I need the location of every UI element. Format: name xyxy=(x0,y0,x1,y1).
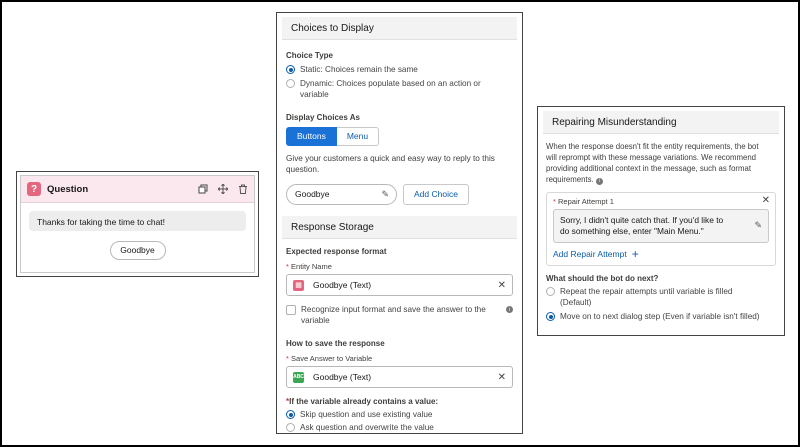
ask-option-label: Ask question and overwrite the value xyxy=(300,423,434,432)
static-option[interactable]: Static: Choices remain the same xyxy=(286,64,522,75)
add-choice-button[interactable]: Add Choice xyxy=(403,184,469,205)
helper-line2: question. xyxy=(286,165,320,174)
dynamic-option-label: Dynamic: Choices populate based on an ac… xyxy=(300,78,481,100)
info-icon[interactable]: i xyxy=(506,306,513,313)
clear-entity-icon[interactable]: ✕ xyxy=(498,280,506,291)
repair-section-header: Repairing Misunderstanding xyxy=(543,111,779,134)
choices-section-header: Choices to Display xyxy=(282,17,517,40)
expected-format-label: Expected response format xyxy=(286,247,387,256)
recognize-format-option[interactable]: Recognize input format and save the answ… xyxy=(286,304,513,326)
dynamic-option[interactable]: Dynamic: Choices populate based on an ac… xyxy=(286,78,522,100)
repeat-option-label: Repeat the repair attempts until variabl… xyxy=(560,286,732,308)
copy-icon[interactable] xyxy=(198,184,208,194)
recognize-checkbox[interactable] xyxy=(286,305,296,315)
save-answer-label: * Save Answer to Variable xyxy=(286,354,373,363)
repair-desc-line1: When the response doesn't fit the entity… xyxy=(546,142,759,151)
entity-name-field[interactable]: ▦ Goodbye (Text) ✕ xyxy=(286,274,513,296)
save-answer-label-text: Save Answer to Variable xyxy=(291,354,373,363)
static-radio[interactable] xyxy=(286,65,295,74)
question-message: Thanks for taking the time to chat! xyxy=(29,211,246,231)
entity-icon: ▦ xyxy=(293,279,304,291)
choice-list: Goodbye ✎ Add Choice xyxy=(286,184,522,205)
attempt-text-line1: Sorry, I didn't quite catch that. If you… xyxy=(560,215,724,225)
trash-icon[interactable] xyxy=(238,184,248,194)
display-choices-toggle: Buttons Menu xyxy=(286,127,522,146)
recognize-line2: variable xyxy=(301,316,330,325)
question-card-header: ? Question xyxy=(21,176,254,203)
choice-pill[interactable]: Goodbye ✎ xyxy=(286,184,397,205)
question-icon: ? xyxy=(27,182,41,196)
dynamic-option-line2: variable xyxy=(300,90,329,99)
repair-attempt-label: * Repair Attempt 1 xyxy=(553,197,614,206)
question-toolbar xyxy=(198,184,248,194)
ask-radio[interactable] xyxy=(286,423,295,432)
entity-name-label-text: Entity Name xyxy=(291,262,332,271)
choices-panel: Choices to Display Choice Type Static: C… xyxy=(276,12,523,434)
add-repair-attempt-button[interactable]: Add Repair Attempt + xyxy=(553,247,769,261)
variable-value: Goodbye (Text) xyxy=(313,372,372,382)
choices-helper-text: Give your customers a quick and easy way… xyxy=(286,153,522,175)
attempt-text-line2: do something else, enter "Main Menu." xyxy=(560,226,704,236)
text-variable-icon: ABC xyxy=(293,371,304,383)
entity-name-label: * Entity Name xyxy=(286,262,332,271)
skip-option-label: Skip question and use existing value xyxy=(300,410,433,419)
move-on-radio[interactable] xyxy=(546,312,555,321)
skip-option[interactable]: Skip question and use existing value xyxy=(286,409,513,420)
buttons-toggle[interactable]: Buttons xyxy=(286,127,337,146)
add-repair-attempt-label: Add Repair Attempt xyxy=(553,249,627,259)
if-contains-label: *If the variable already contains a valu… xyxy=(286,397,439,406)
info-icon[interactable]: i xyxy=(595,178,603,185)
repair-desc-line2: will reprompt with these message variati… xyxy=(546,153,757,162)
question-title: Question xyxy=(47,183,89,195)
recognize-label: Recognize input format and save the answ… xyxy=(301,304,506,326)
repair-desc-line3: providing additional context in the mess… xyxy=(546,164,751,173)
save-variable-field[interactable]: ABC Goodbye (Text) ✕ xyxy=(286,366,513,388)
repair-desc-line4: requirements. i xyxy=(546,174,776,185)
repair-panel: Repairing Misunderstanding When the resp… xyxy=(537,106,785,336)
remove-attempt-icon[interactable]: ✕ xyxy=(762,195,770,206)
move-icon[interactable] xyxy=(218,184,228,194)
edit-pencil-icon[interactable]: ✎ xyxy=(754,220,762,231)
goodbye-choice-button[interactable]: Goodbye xyxy=(109,241,166,260)
plus-icon: + xyxy=(631,247,639,261)
repair-attempt-label-text: Repair Attempt 1 xyxy=(558,197,614,206)
question-card-inner: ? Question Thanks for taking the time to… xyxy=(20,175,255,273)
repeat-option[interactable]: Repeat the repair attempts until variabl… xyxy=(546,286,776,308)
repair-description: When the response doesn't fit the entity… xyxy=(546,141,776,185)
repeat-radio[interactable] xyxy=(546,287,555,296)
edit-pencil-icon[interactable]: ✎ xyxy=(381,185,389,204)
choice-type-label: Choice Type xyxy=(286,51,333,60)
question-card: ? Question Thanks for taking the time to… xyxy=(16,171,259,277)
how-to-save-label: How to save the response xyxy=(286,339,385,348)
skip-radio[interactable] xyxy=(286,410,295,419)
ask-option[interactable]: Ask question and overwrite the value xyxy=(286,422,513,433)
helper-line1: Give your customers a quick and easy way… xyxy=(286,154,495,163)
next-step-label: What should the bot do next? xyxy=(546,274,659,283)
move-on-option[interactable]: Move on to next dialog step (Even if var… xyxy=(546,311,776,322)
repair-desc-line4-text: requirements. xyxy=(546,175,594,184)
repair-attempt-textarea[interactable]: Sorry, I didn't quite catch that. If you… xyxy=(553,209,769,243)
move-on-label: Move on to next dialog step (Even if var… xyxy=(560,312,760,321)
repair-attempt-card: * Repair Attempt 1 ✕ Sorry, I didn't qui… xyxy=(546,192,776,266)
repeat-line1: Repeat the repair attempts until variabl… xyxy=(560,287,733,296)
if-contains-label-text: If the variable already contains a value… xyxy=(289,397,439,406)
menu-toggle[interactable]: Menu xyxy=(336,127,380,146)
repeat-line2: (Default) xyxy=(560,298,592,307)
choice-pill-label: Goodbye xyxy=(295,189,330,199)
dynamic-option-line1: Dynamic: Choices populate based on an ac… xyxy=(300,79,481,88)
response-storage-header: Response Storage xyxy=(282,216,517,239)
dynamic-radio[interactable] xyxy=(286,79,295,88)
recognize-line1: Recognize input format and save the answ… xyxy=(301,305,486,314)
static-option-label: Static: Choices remain the same xyxy=(300,65,418,74)
display-choices-as-label: Display Choices As xyxy=(286,113,360,122)
clear-variable-icon[interactable]: ✕ xyxy=(498,372,506,383)
entity-value: Goodbye (Text) xyxy=(313,280,372,290)
